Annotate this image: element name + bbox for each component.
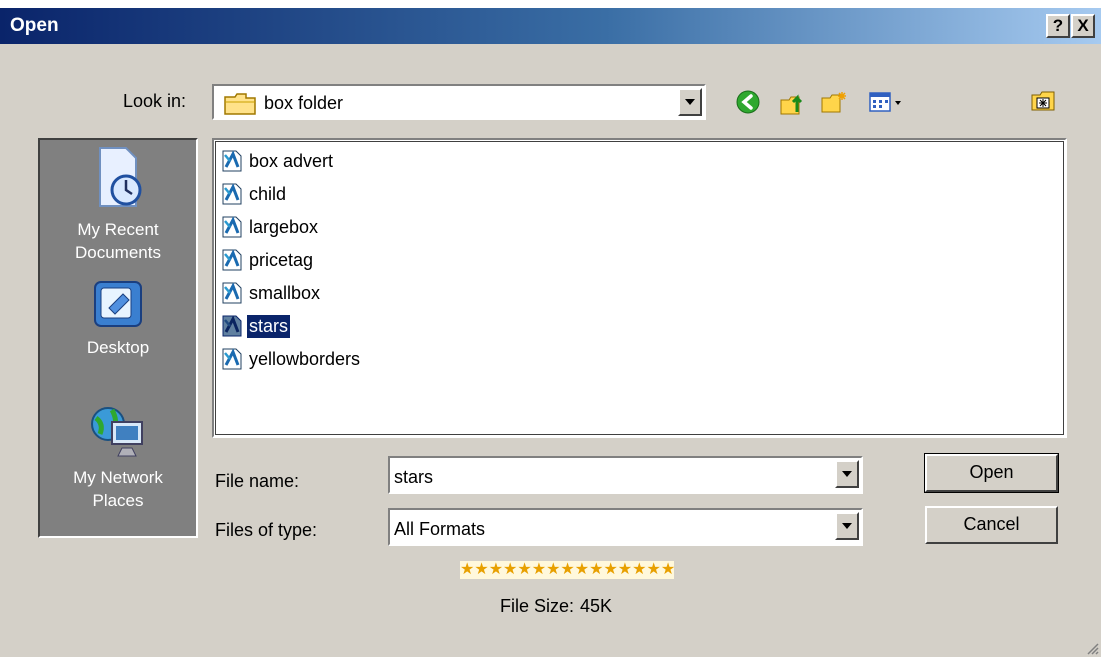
file-size: File Size: 45K: [500, 596, 612, 617]
file-name: child: [249, 183, 287, 204]
file-name: smallbox: [249, 282, 321, 303]
resize-grip-icon[interactable]: [1085, 641, 1099, 655]
window-title: Open: [10, 15, 59, 36]
look-in-label: Look in:: [123, 91, 187, 111]
up-folder-icon[interactable]: [779, 90, 807, 116]
file-list[interactable]: box advert child largebox pricetag small…: [212, 138, 1067, 438]
list-item[interactable]: box advert: [221, 146, 335, 176]
desktop-icon: [94, 281, 142, 327]
place-label: My Network: [73, 468, 163, 487]
file-icon: [222, 315, 242, 337]
file-icon: [222, 282, 242, 304]
list-item[interactable]: yellowborders: [221, 344, 362, 374]
network-places-icon: [91, 407, 143, 457]
file-type-value: All Formats: [394, 519, 486, 539]
list-item[interactable]: largebox: [221, 212, 320, 242]
place-label: My Recent: [77, 220, 159, 239]
file-name-label: File name:: [215, 471, 300, 491]
place-desktop[interactable]: Desktop: [40, 278, 196, 359]
file-name: pricetag: [249, 249, 314, 270]
views-icon[interactable]: [868, 90, 904, 114]
cancel-button[interactable]: Cancel: [925, 506, 1058, 544]
chevron-down-icon[interactable]: [835, 512, 859, 540]
file-name: stars: [247, 314, 291, 338]
file-icon: [222, 183, 242, 205]
file-type-select[interactable]: All Formats: [388, 508, 863, 546]
title-bar[interactable]: Open ? X: [0, 8, 1101, 44]
place-my-recent-documents[interactable]: My Recent Documents: [40, 144, 196, 264]
places-bar: My Recent Documents Desktop My Network P…: [38, 138, 198, 538]
desktop-icon[interactable]: [1030, 90, 1056, 112]
place-label: Places: [92, 491, 144, 510]
open-button[interactable]: Open: [924, 453, 1059, 493]
file-name-field[interactable]: [388, 456, 863, 494]
file-icon: [222, 348, 242, 370]
close-button[interactable]: X: [1071, 14, 1095, 38]
list-item-selected[interactable]: stars: [221, 311, 291, 341]
list-item[interactable]: pricetag: [221, 245, 315, 275]
chevron-down-icon[interactable]: [835, 460, 859, 488]
file-icon: [222, 249, 242, 271]
look-in-dropdown[interactable]: box folder: [212, 84, 706, 120]
file-name: yellowborders: [249, 348, 361, 369]
file-icon: [222, 216, 242, 238]
back-icon[interactable]: [736, 90, 760, 114]
file-name: largebox: [249, 216, 319, 237]
look-in-value: box folder: [264, 93, 344, 113]
chevron-down-icon[interactable]: [678, 88, 702, 116]
folder-icon: [224, 93, 256, 115]
file-icon: [222, 150, 242, 172]
new-folder-icon[interactable]: [820, 90, 848, 114]
list-item[interactable]: child: [221, 179, 288, 209]
file-name: box advert: [249, 150, 334, 171]
open-dialog: Open ? X Look in: box folder My Recent D…: [0, 8, 1101, 657]
help-button[interactable]: ?: [1046, 14, 1070, 38]
file-name-input[interactable]: [394, 467, 814, 488]
place-label: Desktop: [86, 338, 150, 357]
file-size-value: 45K: [580, 596, 613, 616]
stars-preview: ★★★★★★★★★★★★★★★: [460, 561, 676, 579]
place-my-network-places[interactable]: My Network Places: [40, 398, 196, 512]
place-label: Documents: [75, 243, 161, 262]
recent-documents-icon: [99, 147, 142, 207]
list-item[interactable]: smallbox: [221, 278, 322, 308]
file-size-label: File Size:: [500, 596, 575, 616]
file-type-label: Files of type:: [215, 520, 318, 540]
